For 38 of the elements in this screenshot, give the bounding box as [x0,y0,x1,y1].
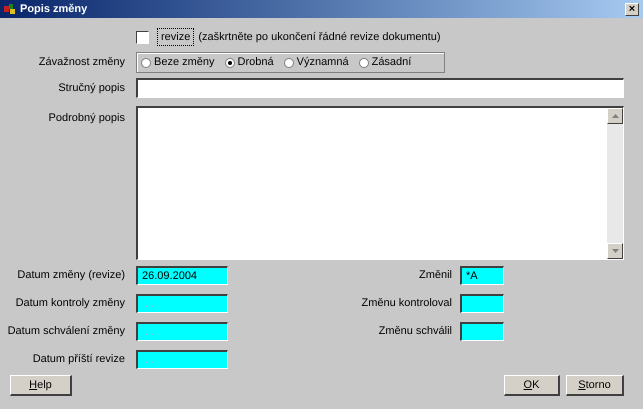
radio-button[interactable] [358,58,369,68]
input-field[interactable] [460,322,504,341]
radio-button[interactable] [141,58,151,68]
radio-button[interactable] [284,58,294,68]
app-icon [4,3,16,15]
field-label: Změnu schválil [378,324,452,340]
input-field[interactable]: . . [136,322,228,341]
input-field[interactable] [136,78,624,98]
scroll-up-icon[interactable] [607,108,623,124]
field-label: Datum příští revize [32,352,125,368]
checkbox[interactable] [136,30,149,44]
cancel-button[interactable]: Storno [566,375,624,396]
input-field[interactable]: 26.09.2004 [136,266,228,285]
field-label: Datum schválení změny [6,324,125,340]
radio-button[interactable] [224,58,235,68]
field-label: Změnu kontroloval [360,296,452,312]
input-field[interactable]: . . [136,350,228,369]
checkbox-label[interactable]: revize [157,28,194,46]
field-label: Datum kontroly změny [14,296,125,312]
input-field[interactable]: *A [460,266,504,285]
field-label: Stručný popis [57,80,125,96]
field-label: Změnil [418,268,452,284]
field-label: Závažnost změny [38,55,125,70]
help-button[interactable]: Help [10,375,72,396]
radio-label[interactable]: Beze změny [154,54,215,71]
scroll-down-icon[interactable] [607,243,623,259]
hint-text: (zaškrtněte po ukončení řádné revize dokumentu) [198,30,440,45]
ok-button[interactable]: OK [504,375,560,396]
close-button[interactable]: × [625,2,639,16]
radio-label[interactable]: Zásadní [372,54,412,71]
radio-label[interactable]: Významná [296,54,349,71]
scrollbar[interactable] [607,108,623,259]
field-label: Podrobný popis [48,111,125,126]
window-title: Popis změny [20,2,88,17]
radio-label[interactable]: Drobná [238,54,274,71]
input-field[interactable]: . . [136,294,228,313]
field-label: Datum změny (revize) [16,268,125,284]
input-field[interactable] [460,294,504,313]
